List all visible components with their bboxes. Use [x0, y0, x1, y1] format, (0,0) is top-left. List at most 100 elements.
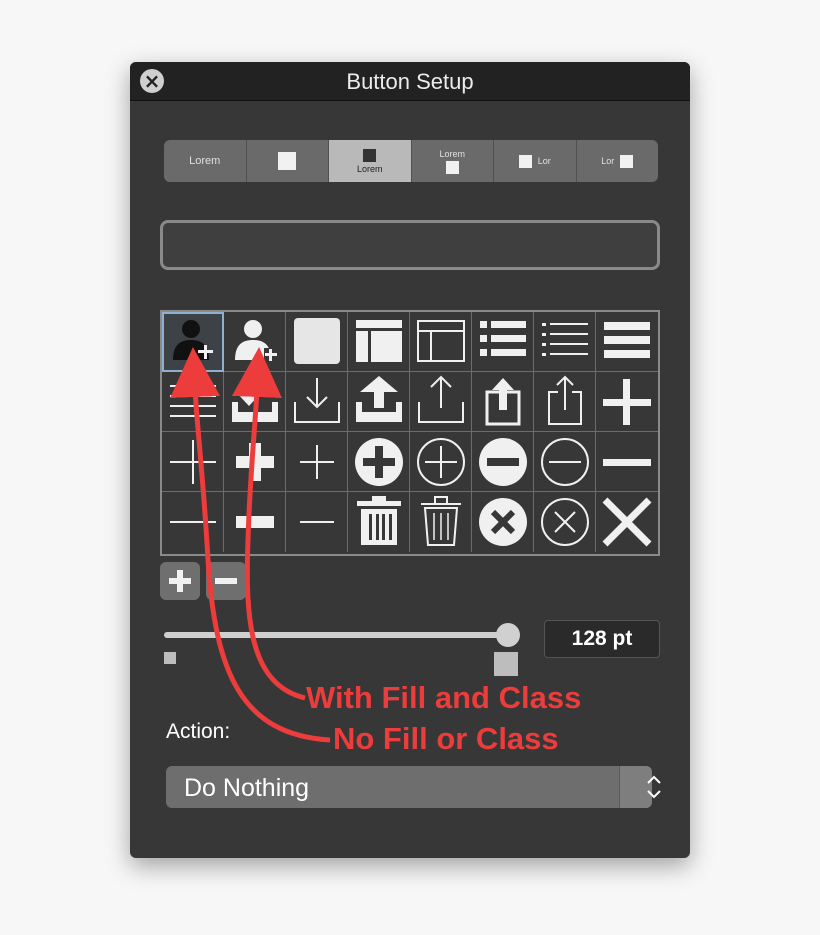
close-circle-filled-icon [479, 498, 527, 546]
plus-light-icon [300, 445, 334, 479]
icon-cell[interactable] [348, 372, 410, 432]
minus-light-icon [300, 521, 334, 523]
plus-thick-icon [603, 379, 651, 425]
chevron-up-down-icon [619, 766, 661, 808]
segment-icon-only[interactable] [247, 140, 329, 182]
icon-cell[interactable] [348, 432, 410, 492]
icon-cell[interactable] [534, 312, 596, 372]
remove-icon-button[interactable] [206, 562, 246, 600]
plus-thin-icon [170, 440, 216, 484]
icon-cell[interactable] [162, 492, 224, 552]
icon-grid [160, 310, 660, 556]
action-label: Action: [166, 720, 231, 743]
icon-cell[interactable] [162, 312, 224, 372]
action-popup[interactable]: Do Nothing [166, 766, 661, 808]
icon-cell[interactable] [534, 372, 596, 432]
segment-text-above-icon[interactable]: Lorem [412, 140, 494, 182]
icon-cell[interactable] [224, 492, 286, 552]
trash-filled-icon [357, 496, 401, 545]
segment-text-left-icon[interactable]: Lor [577, 140, 659, 182]
list-dashed-icon [542, 323, 588, 356]
menu-lines-icon [604, 322, 650, 358]
icon-cell[interactable] [534, 492, 596, 552]
minus-icon [215, 578, 237, 584]
download-outline-icon [294, 378, 340, 423]
square-icon [518, 154, 532, 168]
icon-cell[interactable] [224, 432, 286, 492]
download-filled-icon [232, 378, 278, 422]
icon-cell[interactable] [472, 312, 534, 372]
title-bar: × Button Setup [130, 62, 690, 101]
icon-cell[interactable] [410, 432, 472, 492]
segment-label: Lorem [356, 163, 383, 174]
large-size-icon [494, 652, 518, 676]
icon-cell[interactable] [472, 432, 534, 492]
square-icon [445, 160, 459, 174]
window-title: Button Setup [346, 69, 474, 94]
upload-outline-icon [418, 375, 464, 423]
minus-thick-icon [603, 459, 651, 466]
icon-cell[interactable] [348, 312, 410, 372]
minus-block-icon [236, 516, 274, 528]
icon-cell[interactable] [534, 432, 596, 492]
user-add-filled-icon [235, 320, 278, 362]
add-icon-button[interactable] [160, 562, 200, 600]
icon-cell[interactable] [410, 312, 472, 372]
square-icon [294, 318, 340, 364]
annotation-fill-class: With Fill and Class [306, 680, 582, 715]
icon-cell[interactable] [224, 312, 286, 372]
square-icon [620, 154, 634, 168]
plus-circle-filled-icon [355, 438, 403, 486]
upload-filled-icon [356, 376, 402, 422]
minus-circle-outline-icon [541, 438, 589, 486]
layout-filled-icon [356, 320, 402, 362]
share-outline-icon [548, 375, 582, 425]
segment-label: Lor [537, 156, 551, 166]
icon-cell[interactable] [410, 372, 472, 432]
size-value-field[interactable]: 128 pt [544, 620, 660, 658]
square-icon [278, 152, 297, 170]
icon-cell[interactable] [348, 492, 410, 552]
small-size-icon [164, 652, 176, 664]
icon-cell[interactable] [286, 312, 348, 372]
trash-outline-icon [421, 496, 461, 546]
share-filled-icon [485, 378, 521, 426]
minus-thin-icon [170, 521, 216, 523]
size-slider-knob[interactable] [496, 623, 520, 647]
segment-label: Lorem [439, 148, 465, 159]
menu-lines-thin-icon [170, 385, 216, 417]
icon-cell[interactable] [224, 372, 286, 432]
icon-cell[interactable] [596, 372, 658, 432]
segment-icon-left-text[interactable]: Lor [494, 140, 577, 182]
button-label-field[interactable] [160, 220, 660, 270]
plus-circle-outline-icon [417, 438, 465, 486]
plus-icon [169, 570, 191, 592]
segment-icon-above-text[interactable]: Lorem [329, 140, 412, 182]
annotation-no-fill: No Fill or Class [333, 721, 559, 756]
plus-block-icon [236, 443, 274, 481]
user-add-icon [173, 320, 213, 360]
close-circle-outline-icon [541, 498, 589, 546]
icon-cell[interactable] [472, 492, 534, 552]
icon-cell[interactable] [286, 432, 348, 492]
icon-cell[interactable] [472, 372, 534, 432]
segment-label: Lor [601, 156, 615, 166]
icon-cell[interactable] [286, 492, 348, 552]
segment-label: Lorem [189, 155, 221, 167]
list-bullets-icon [480, 321, 526, 356]
icon-cell[interactable] [162, 432, 224, 492]
icon-cell[interactable] [596, 492, 658, 552]
icon-cell[interactable] [286, 372, 348, 432]
square-icon [363, 148, 377, 162]
icon-cell[interactable] [162, 372, 224, 432]
minus-circle-filled-icon [479, 438, 527, 486]
segment-text-only[interactable]: Lorem [164, 140, 247, 182]
icon-cell[interactable] [410, 492, 472, 552]
icon-cell[interactable] [596, 312, 658, 372]
label-style-segmented-control: Lorem Lorem Lorem Lor Lor [164, 140, 658, 182]
layout-outline-icon [417, 320, 465, 362]
size-slider[interactable] [164, 632, 508, 638]
action-selected-value: Do Nothing [184, 774, 310, 802]
close-thick-icon [602, 497, 652, 547]
icon-cell[interactable] [596, 432, 658, 492]
